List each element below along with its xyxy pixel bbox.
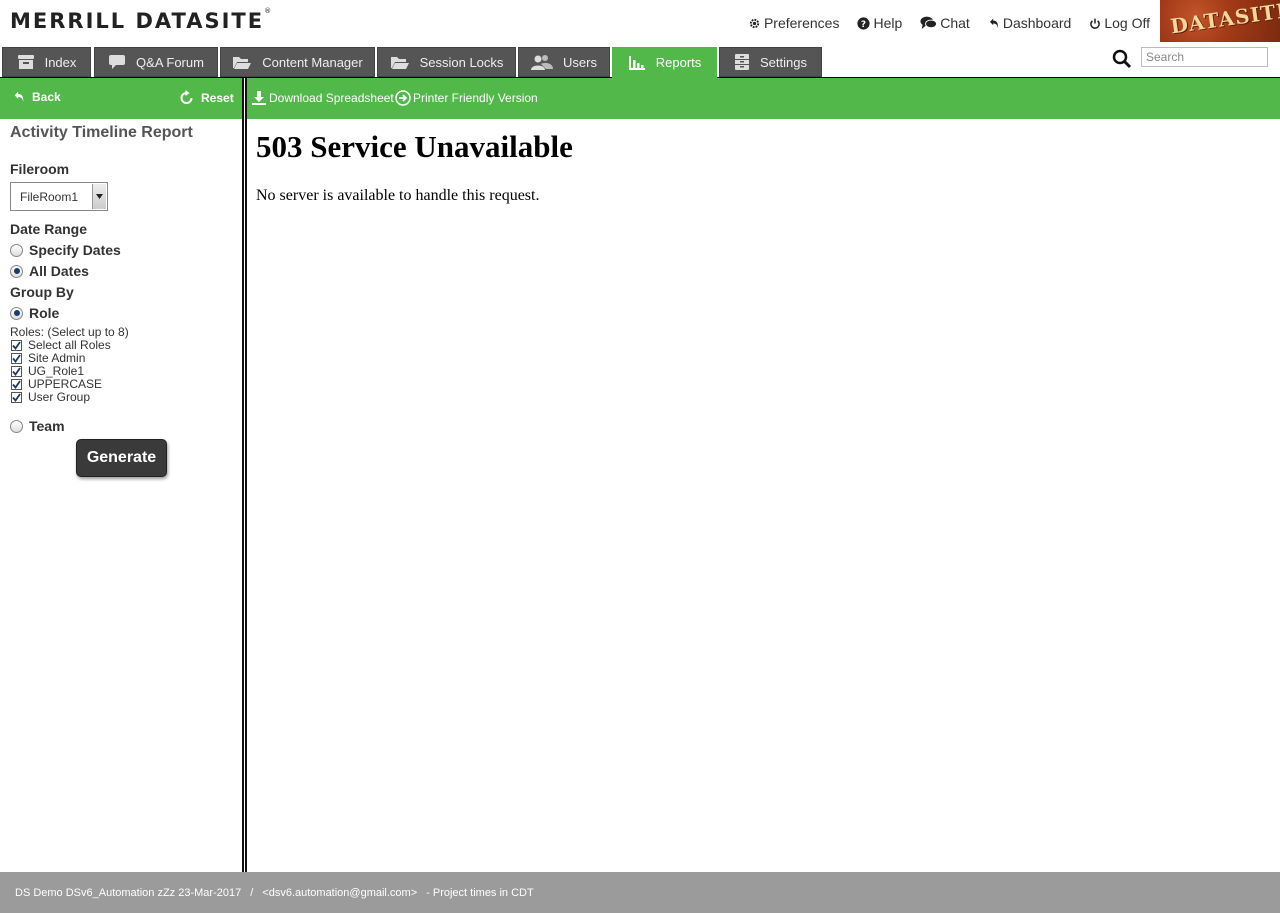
help-icon: ?	[857, 16, 871, 29]
error-message: No server is available to handle this re…	[256, 187, 540, 204]
tab-reports[interactable]: Reports	[612, 47, 717, 78]
all-dates-radio[interactable]: All Dates	[10, 263, 89, 279]
footer-project: DS Demo DSv6_Automation zZz 23-Mar-2017	[15, 886, 242, 899]
fileroom-select-value: FileRoom1	[20, 189, 79, 204]
panel-splitter[interactable]	[242, 78, 247, 872]
bar-chart-icon	[628, 55, 645, 70]
main-tab-bar: Index Q&A Forum Content Manager Session …	[0, 46, 1280, 78]
checkbox-checked[interactable]	[11, 391, 22, 403]
help-link[interactable]: ? Help	[857, 15, 902, 31]
chat-link[interactable]: Chat	[920, 15, 970, 31]
role-radio[interactable]: Role	[10, 305, 59, 321]
search-input[interactable]	[1141, 47, 1268, 67]
role-checkbox-uppercase[interactable]: UPPERCASE	[11, 377, 102, 391]
footer-note: - Project times in CDT	[426, 886, 534, 899]
generate-button[interactable]: Generate	[76, 439, 167, 477]
role-checkbox-user-group[interactable]: User Group	[11, 390, 90, 404]
team-radio[interactable]: Team	[10, 418, 65, 434]
tab-settings[interactable]: Settings	[719, 47, 822, 77]
panel-title: Activity Timeline Report	[10, 124, 193, 141]
radio-button-checked[interactable]	[10, 264, 23, 278]
circle-arrow-icon	[395, 90, 411, 106]
tab-users[interactable]: Users	[518, 47, 610, 77]
return-arrow-icon	[989, 18, 998, 28]
checkbox-checked[interactable]	[11, 365, 22, 377]
folder-open-icon	[390, 57, 409, 69]
chevron-down-icon	[92, 184, 106, 209]
back-button[interactable]: Back	[12, 90, 61, 104]
role-checkbox-ug-role1[interactable]: UG_Role1	[11, 364, 84, 378]
header: MERRILL DATASITE® Preferences ? Help Cha…	[0, 0, 1280, 46]
footer-separator: /	[250, 886, 254, 899]
reset-icon	[180, 90, 193, 104]
gear-icon	[749, 18, 760, 28]
date-range-label: Date Range	[10, 221, 88, 237]
error-title: 503 Service Unavailable	[256, 129, 573, 164]
fileroom-label: Fileroom	[10, 161, 70, 177]
preferences-link[interactable]: Preferences	[748, 15, 839, 31]
report-options-panel: Activity Timeline Report Fileroom FileRo…	[0, 119, 242, 872]
power-icon	[1090, 18, 1101, 29]
radio-button-checked[interactable]	[10, 306, 23, 320]
printer-friendly-button[interactable]: Printer Friendly Version	[395, 90, 538, 106]
checkbox-checked[interactable]	[11, 352, 22, 364]
back-arrow-icon	[14, 91, 24, 103]
tab-content-manager[interactable]: Content Manager	[220, 47, 375, 77]
footer-email: <dsv6.automation@gmail.com>	[262, 886, 418, 899]
footer-status-bar: DS Demo DSv6_Automation zZz 23-Mar-2017 …	[0, 872, 1280, 913]
checkbox-checked[interactable]	[11, 378, 22, 390]
file-cabinet-icon	[735, 54, 749, 70]
checkbox-checked[interactable]	[11, 339, 22, 351]
svg-text:?: ?	[861, 19, 866, 29]
search-icon[interactable]	[1112, 49, 1132, 69]
download-icon	[252, 91, 266, 105]
role-checkbox-select-all[interactable]: Select all Roles	[11, 338, 111, 352]
speech-bubble-icon	[109, 55, 126, 69]
tab-index[interactable]: Index	[2, 47, 91, 77]
log-off-link[interactable]: Log Off	[1089, 15, 1150, 31]
radio-button[interactable]	[10, 243, 23, 257]
roles-label: Roles: (Select up to 8)	[10, 325, 129, 339]
fileroom-select[interactable]: FileRoom1	[10, 182, 108, 211]
dashboard-link[interactable]: Dashboard	[988, 15, 1071, 31]
tab-session-locks[interactable]: Session Locks	[377, 47, 516, 77]
tab-qa-forum[interactable]: Q&A Forum	[94, 47, 218, 77]
download-spreadsheet-button[interactable]: Download Spreadsheet	[251, 90, 394, 106]
reset-button[interactable]: Reset	[178, 90, 234, 106]
datasite-brand-image: DATASITE	[1160, 0, 1280, 42]
group-by-label: Group By	[10, 284, 74, 300]
radio-button[interactable]	[10, 419, 23, 433]
top-links: Preferences ? Help Chat Dashboard Log Of…	[730, 15, 1150, 31]
folder-open-icon	[233, 57, 252, 69]
role-checkbox-site-admin[interactable]: Site Admin	[11, 351, 85, 365]
merrill-datasite-logo: MERRILL DATASITE®	[10, 7, 272, 33]
report-toolbar: Back Reset Download Spreadsheet Printer …	[0, 78, 1280, 119]
users-icon	[531, 55, 554, 70]
chat-icon	[920, 16, 938, 29]
specify-dates-radio[interactable]: Specify Dates	[10, 242, 121, 258]
archive-box-icon	[17, 55, 34, 69]
